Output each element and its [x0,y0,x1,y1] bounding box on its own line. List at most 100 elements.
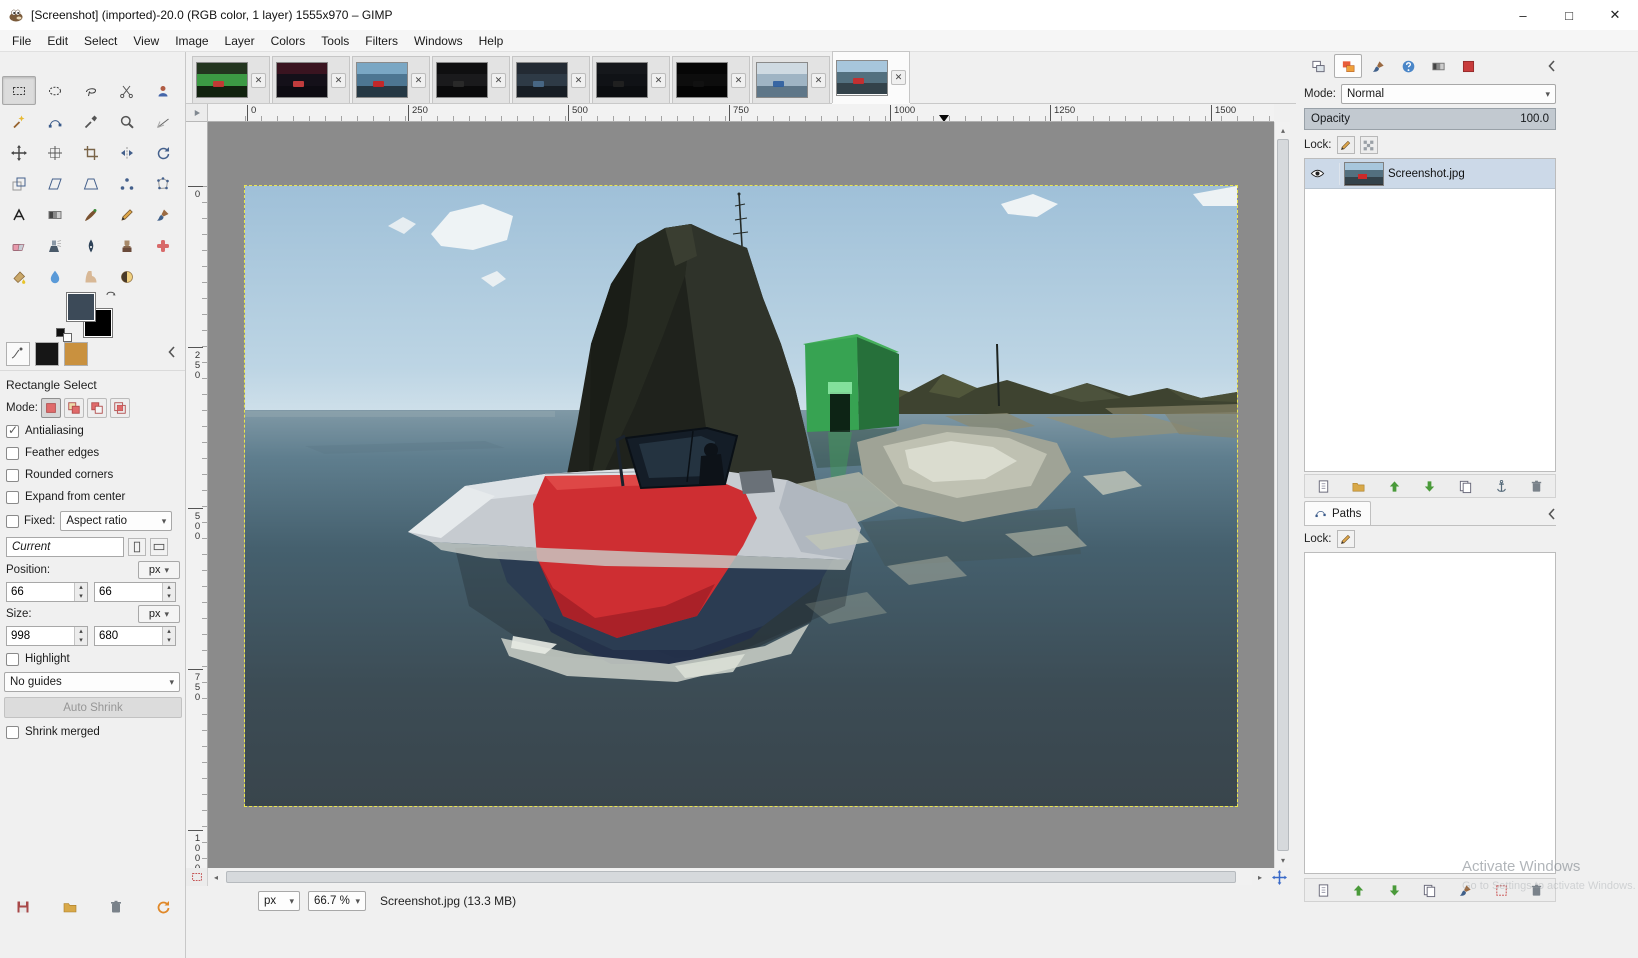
layers-folder-button[interactable] [1345,476,1373,496]
scroll-down-button[interactable]: ▾ [1275,852,1291,868]
paths-paintbrush-button[interactable] [1452,880,1480,900]
toolbox-collapse-button[interactable] [164,344,180,360]
checkbox-expand-from-center[interactable]: Expand from center [0,486,186,508]
opacity-slider[interactable]: Opacity 100.0 [1304,108,1556,130]
quick-mask-toggle[interactable] [186,868,208,886]
image-tab-2[interactable]: ✕ [272,56,350,103]
tab-close-button[interactable]: ✕ [811,72,826,88]
checkbox-rounded-corners[interactable]: Rounded corners [0,464,186,486]
maximize-button[interactable]: □ [1546,0,1592,30]
tool-dodge[interactable] [110,262,144,291]
foreground-color-swatch[interactable] [66,292,96,322]
tab-close-button[interactable]: ✕ [491,72,506,88]
size-width-stepper[interactable]: ▴ ▾ [74,627,87,645]
tool-handle-transform[interactable] [110,169,144,198]
fixed-select[interactable]: Aspect ratio ▾ [60,511,173,531]
vertical-scrollbar[interactable]: ▴ ▾ [1274,122,1290,868]
tool-rect-select[interactable] [2,76,36,105]
checkbox-feather-edges[interactable]: Feather edges [0,442,186,464]
tab-close-button[interactable]: ✕ [251,72,266,88]
ruler-corner-button[interactable] [186,104,208,122]
tool-clone[interactable] [110,231,144,260]
layer-row[interactable]: Screenshot.jpg [1305,159,1555,189]
tool-free-select[interactable] [74,76,108,105]
tool-crop[interactable] [74,138,108,167]
tool-scale[interactable] [2,169,36,198]
tool-fuzzy-select[interactable] [2,107,36,136]
tool-scissors[interactable] [110,76,144,105]
tool-zoom[interactable] [110,107,144,136]
close-button[interactable]: ✕ [1592,0,1638,30]
dock-tab-5[interactable] [1424,54,1452,78]
layers-trash-button[interactable] [1523,476,1551,496]
tool-text[interactable] [2,200,36,229]
auto-shrink-button[interactable]: Auto Shrink [4,697,182,718]
canvas-image[interactable] [244,185,1238,807]
menu-windows[interactable]: Windows [406,32,471,50]
menu-tools[interactable]: Tools [313,32,357,50]
image-tab-4[interactable]: ✕ [432,56,510,103]
paths-collapse-button[interactable] [1544,506,1560,522]
brush-swatch[interactable] [35,342,59,366]
layers-arrow-up-button[interactable] [1380,476,1408,496]
tab-close-button[interactable]: ✕ [331,72,346,88]
image-tab-5[interactable]: ✕ [512,56,590,103]
tool-align[interactable] [38,138,72,167]
dock-tab-1[interactable] [1304,54,1332,78]
menu-colors[interactable]: Colors [263,32,314,50]
tool-bucket[interactable] [2,262,36,291]
tab-close-button[interactable]: ✕ [411,72,426,88]
navigation-button[interactable] [1268,868,1290,886]
paths-doc-new-button[interactable] [1309,880,1337,900]
image-tab-9[interactable]: ✕ [832,51,910,103]
dock-tab-6[interactable] [1454,54,1482,78]
lock-alpha-button[interactable] [1359,136,1378,154]
tool-eraser[interactable] [2,231,36,260]
tool-rotate[interactable] [146,138,180,167]
tool-pencil[interactable] [110,200,144,229]
portrait-orientation-button[interactable] [128,538,146,556]
menu-image[interactable]: Image [167,32,216,50]
folder-button[interactable] [55,896,85,918]
swap-colors-button[interactable] [104,288,120,304]
tool-shear[interactable] [38,169,72,198]
mode-subtract-button[interactable] [86,398,107,418]
layer-chain-cell[interactable] [1330,162,1340,185]
aspect-ratio-input[interactable]: Current [6,537,124,557]
image-tab-1[interactable]: ✕ [192,56,270,103]
menu-filters[interactable]: Filters [357,32,406,50]
layer-visibility-toggle[interactable] [1308,165,1326,183]
guides-select[interactable]: No guides ▾ [4,672,180,692]
scroll-left-button[interactable]: ◂ [208,869,224,885]
pattern-swatch[interactable] [64,342,88,366]
tool-mypaint[interactable] [74,200,108,229]
status-unit-select[interactable]: px ▾ [258,891,300,911]
position-x-field[interactable]: ▴▾ [6,582,88,602]
menu-help[interactable]: Help [471,32,512,50]
layer-mode-select[interactable]: Normal ▾ [1340,84,1556,104]
size-height-stepper[interactable]: ▴ ▾ [162,627,175,645]
dock-tab-2[interactable] [1334,54,1362,78]
fixed-checkbox[interactable] [6,514,19,528]
tool-blur[interactable] [38,262,72,291]
default-colors-button[interactable] [56,328,72,342]
position-unit-select[interactable]: px ▾ [138,561,180,579]
paths-sel-red-button[interactable] [1487,880,1515,900]
checkbox-highlight[interactable]: Highlight [0,648,186,670]
vertical-scroll-thumb[interactable] [1277,139,1289,851]
image-tab-3[interactable]: ✕ [352,56,430,103]
menu-edit[interactable]: Edit [39,32,76,50]
trash-button[interactable] [101,896,131,918]
floppy-button[interactable] [8,896,38,918]
tool-heal[interactable] [146,231,180,260]
checkbox-antialiasing[interactable]: Antialiasing [0,420,186,442]
menu-select[interactable]: Select [76,32,125,50]
menu-view[interactable]: View [125,32,167,50]
position-y-stepper[interactable]: ▴ ▾ [162,583,175,601]
tool-perspective[interactable] [74,169,108,198]
paths-arrow-up-button[interactable] [1345,880,1373,900]
tool-smudge[interactable] [74,262,108,291]
paths-duplicate-button[interactable] [1416,880,1444,900]
dock-tab-4[interactable] [1394,54,1422,78]
tool-paintbrush[interactable] [146,200,180,229]
